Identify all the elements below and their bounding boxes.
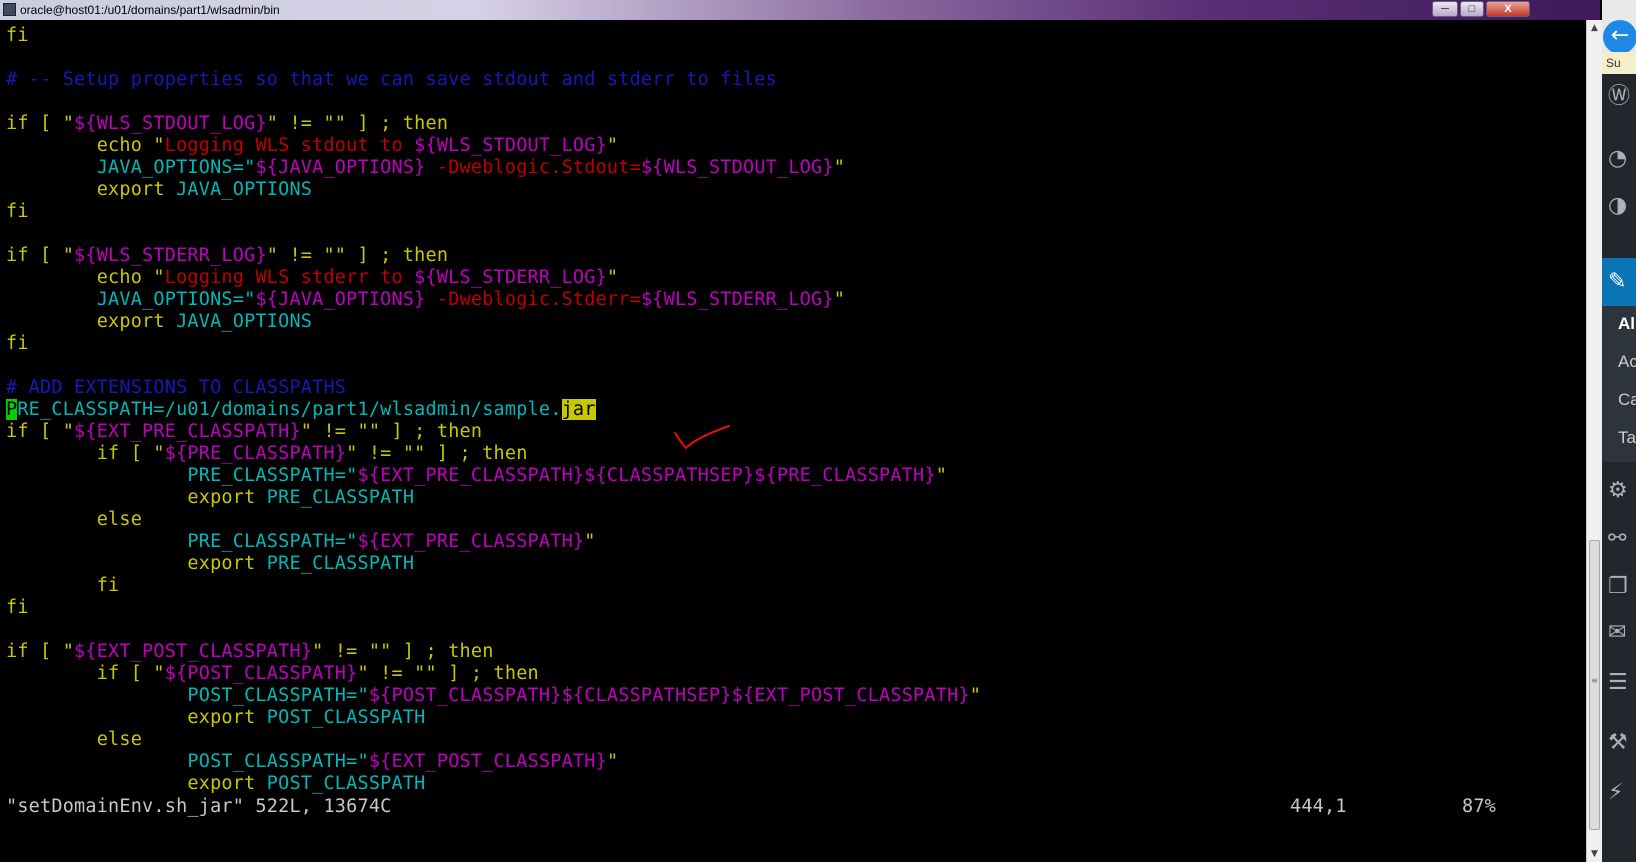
- code-line: export POST_CLASSPATH: [6, 707, 426, 728]
- code-line: JAVA_OPTIONS="${JAVA_OPTIONS} -Dweblogic…: [6, 289, 846, 310]
- red-checkmark-annotation: [674, 425, 730, 450]
- window-title: oracle@host01:/u01/domains/part1/wlsadmi…: [20, 3, 280, 17]
- code-line: PRE_CLASSPATH=/u01/domains/part1/wlsadmi…: [6, 399, 596, 420]
- jetpack-icon[interactable]: ◑: [1608, 193, 1634, 219]
- back-arrow-icon[interactable]: ←: [1603, 20, 1636, 54]
- code-line: else: [6, 509, 143, 530]
- close-button[interactable]: X: [1486, 1, 1530, 17]
- code-line: if [ "${WLS_STDERR_LOG}" != "" ] ; then: [6, 245, 449, 266]
- maximize-button[interactable]: □: [1460, 1, 1484, 17]
- scrollbar-grip-icon: ≡: [1591, 676, 1598, 685]
- code-line: export POST_CLASSPATH: [6, 773, 426, 794]
- code-line: JAVA_OPTIONS="${JAVA_OPTIONS} -Dweblogic…: [6, 157, 846, 178]
- submenu-item-all[interactable]: Al: [1618, 314, 1635, 334]
- terminal-vim-editor[interactable]: fi # -- Setup properties so that we can …: [0, 20, 1586, 862]
- code-line: PRE_CLASSPATH="${EXT_PRE_CLASSPATH}${CLA…: [6, 465, 948, 486]
- sidebar-item-posts-active[interactable]: ✎: [1602, 258, 1636, 306]
- dashboard-icon[interactable]: ◔: [1608, 146, 1634, 172]
- code-line: export PRE_CLASSPATH: [6, 487, 415, 508]
- submenu-item-tags[interactable]: Ta: [1618, 428, 1636, 448]
- browser-tab[interactable]: Su: [1602, 52, 1636, 74]
- code-line: export PRE_CLASSPATH: [6, 553, 415, 574]
- tab-label: Su: [1606, 56, 1621, 70]
- code-line: # ADD EXTENSIONS TO CLASSPATHS: [6, 377, 347, 398]
- status-cursor-position: 444,1: [1290, 796, 1347, 817]
- code-line: if [ "${EXT_POST_CLASSPATH}" != "" ] ; t…: [6, 641, 494, 662]
- scroll-up-arrow-icon[interactable]: ▲: [1587, 20, 1602, 36]
- code-line: fi: [6, 201, 29, 222]
- code-line: # -- Setup properties so that we can sav…: [6, 69, 777, 90]
- search-highlight: jar: [561, 399, 596, 420]
- code-line: fi: [6, 333, 29, 354]
- tools-icon[interactable]: ⚒: [1608, 730, 1634, 756]
- minimize-button[interactable]: ─: [1432, 1, 1458, 17]
- code-line: if [ "${WLS_STDOUT_LOG}" != "" ] ; then: [6, 113, 449, 134]
- submenu-item-add[interactable]: Ac: [1618, 352, 1636, 372]
- submenu-item-categories[interactable]: Ca: [1618, 390, 1636, 410]
- code-line: echo "Logging WLS stdout to ${WLS_STDOUT…: [6, 135, 619, 156]
- links-icon[interactable]: ⚯: [1608, 526, 1634, 552]
- side-panel: ← Su Ⓦ ◔ ◑ ✎ Al Ac Ca Ta ⚙ ⚯ ❐ ✉ ☰ ⚒ ⚡: [1602, 0, 1636, 862]
- pages-icon[interactable]: ❐: [1608, 574, 1634, 600]
- plugins-icon[interactable]: ⚡: [1608, 780, 1634, 806]
- code-line: fi: [6, 575, 120, 596]
- vim-cursor: P: [6, 399, 18, 420]
- code-line: export JAVA_OPTIONS: [6, 311, 313, 332]
- feedback-icon[interactable]: ☰: [1608, 670, 1634, 696]
- posts-submenu: Al Ac Ca Ta: [1602, 306, 1636, 462]
- comments-icon[interactable]: ✉: [1608, 620, 1634, 646]
- code-line: PRE_CLASSPATH="${EXT_PRE_CLASSPATH}": [6, 531, 596, 552]
- media-icon[interactable]: ⚙: [1608, 478, 1634, 504]
- status-file-info: "setDomainEnv.sh_jar" 522L, 13674C: [6, 796, 392, 817]
- terminal-app-icon[interactable]: [3, 3, 16, 16]
- vertical-scrollbar[interactable]: ▲ ≡ ▼: [1586, 20, 1602, 862]
- scrollbar-thumb[interactable]: ≡: [1589, 540, 1600, 830]
- code-line: if [ "${PRE_CLASSPATH}" != "" ] ; then: [6, 443, 528, 464]
- wordpress-logo-icon[interactable]: Ⓦ: [1608, 84, 1634, 110]
- pin-icon: ✎: [1608, 269, 1627, 294]
- code-line: POST_CLASSPATH="${POST_CLASSPATH}${CLASS…: [6, 685, 982, 706]
- code-line: fi: [6, 597, 29, 618]
- code-line: else: [6, 729, 143, 750]
- code-line: if [ "${EXT_PRE_CLASSPATH}" != "" ] ; th…: [6, 421, 483, 442]
- code-line: POST_CLASSPATH="${EXT_POST_CLASSPATH}": [6, 751, 619, 772]
- scroll-down-arrow-icon[interactable]: ▼: [1587, 846, 1602, 862]
- code-line: export JAVA_OPTIONS: [6, 179, 313, 200]
- code-line: fi: [6, 25, 29, 46]
- status-scroll-percent: 87%: [1462, 796, 1497, 817]
- window-title-bar[interactable]: oracle@host01:/u01/domains/part1/wlsadmi…: [0, 0, 1600, 20]
- code-line: echo "Logging WLS stderr to ${WLS_STDERR…: [6, 267, 619, 288]
- code-line: if [ "${POST_CLASSPATH}" != "" ] ; then: [6, 663, 539, 684]
